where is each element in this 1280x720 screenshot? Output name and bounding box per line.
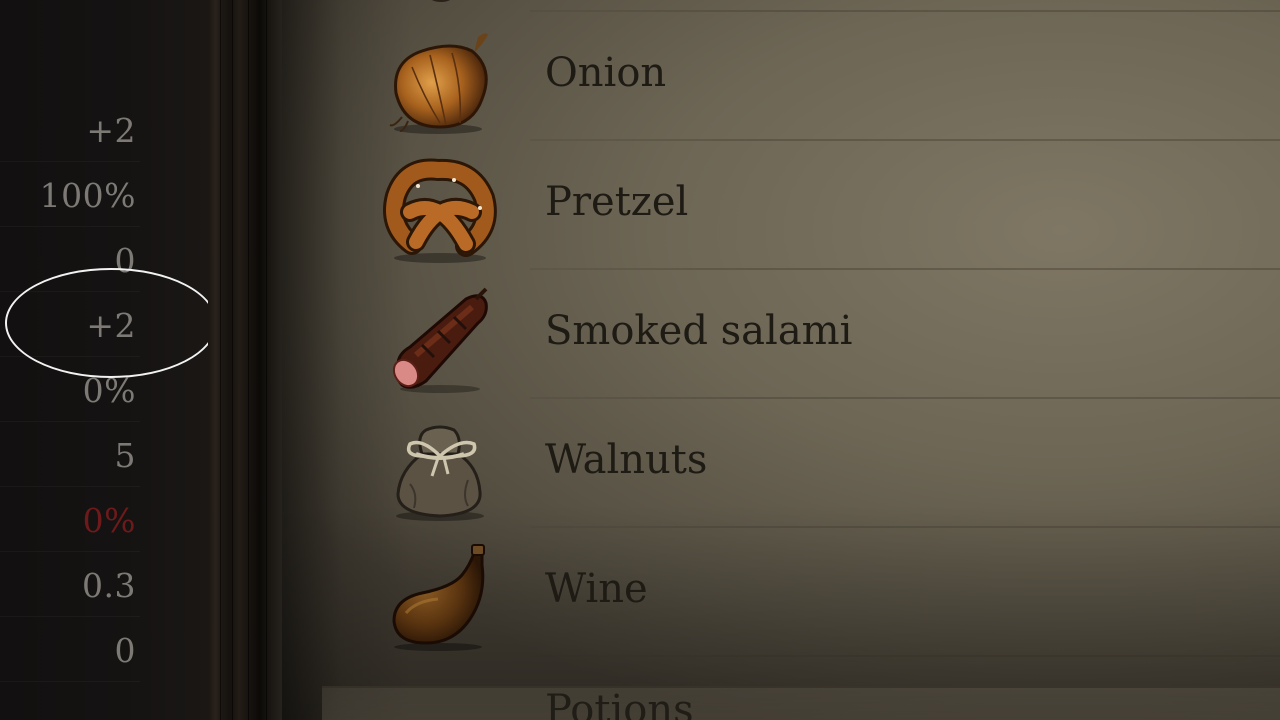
item-name: Onion [545, 49, 667, 96]
stat-value: +2 [86, 111, 136, 150]
stat-value: 0% [82, 371, 136, 410]
stat-value-negative: 0% [82, 501, 136, 540]
onion-icon [389, 33, 488, 134]
book-spine [208, 0, 282, 720]
inventory-item-smoked-salami[interactable]: Smoked salami [382, 269, 1262, 398]
item-icon-partial [428, 0, 454, 2]
stat-row: 100% [0, 162, 140, 227]
inventory-item-onion[interactable]: Onion [382, 11, 1262, 140]
stat-value: 5 [114, 436, 136, 475]
stat-value: 0 [114, 241, 136, 280]
stat-value: 0 [114, 631, 136, 670]
stat-row: +2 [0, 97, 140, 162]
stat-value: 0.3 [82, 566, 136, 605]
item-name: Smoked salami [545, 307, 853, 354]
item-name: Wine [545, 565, 648, 612]
stat-row: 0.3 [0, 552, 140, 617]
stat-row: 5 [0, 422, 140, 487]
item-name: Pretzel [545, 178, 689, 225]
stat-row: 0% [0, 357, 140, 422]
inventory-item-walnuts[interactable]: Walnuts [382, 398, 1262, 527]
inventory-page: Onion Pretzel Smoked salami Walnuts Wine… [282, 0, 1280, 720]
stat-row: 0 [0, 227, 140, 292]
walnuts-sack-icon [396, 425, 484, 521]
item-name: Walnuts [545, 436, 708, 483]
stat-row: 0% [0, 487, 140, 552]
stat-row: 0 [0, 617, 140, 682]
pretzel-icon [383, 158, 497, 263]
inventory-item-pretzel[interactable]: Pretzel [382, 140, 1262, 269]
salami-icon [392, 287, 488, 393]
stat-row-highlighted: +2 [0, 292, 140, 357]
section-divider-band [322, 686, 1280, 720]
stats-panel: +2 100% 0 +2 0% 5 0% 0.3 0 [0, 0, 217, 720]
inventory-item-wine[interactable]: Wine [382, 527, 1262, 656]
stat-value: 100% [39, 176, 136, 215]
stat-value: +2 [86, 306, 136, 345]
section-heading-partial: Potions [545, 687, 694, 720]
wine-flask-icon [392, 544, 485, 651]
inventory-screen: +2 100% 0 +2 0% 5 0% 0.3 0 Onion Pretzel… [0, 0, 1280, 720]
